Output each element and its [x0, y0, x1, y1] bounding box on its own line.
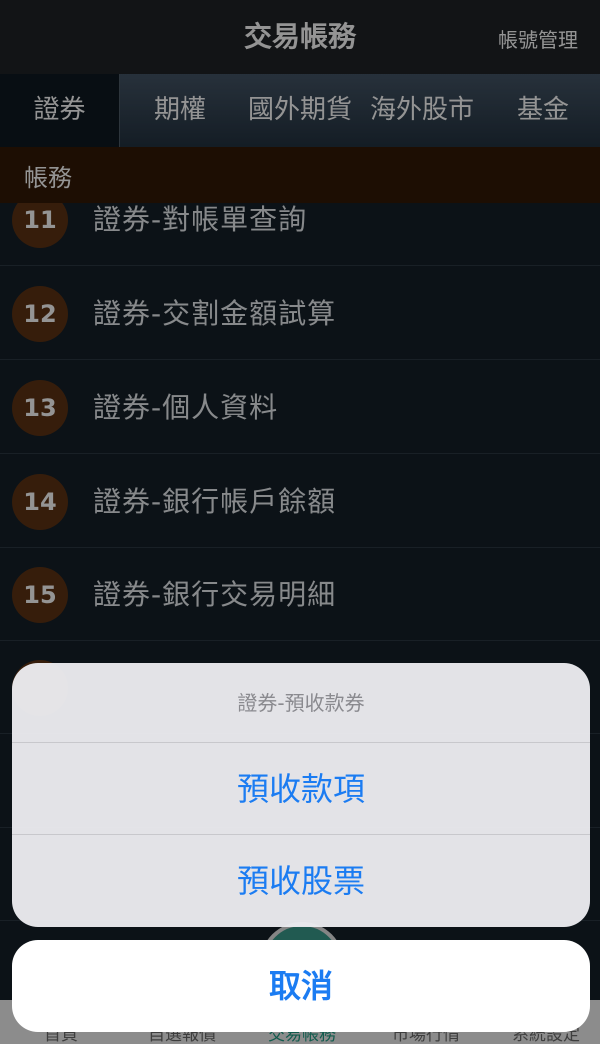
cancel-button[interactable]: 取消 — [12, 940, 590, 1032]
prepaid-stocks-option[interactable]: 預收股票 — [12, 835, 590, 927]
action-sheet-title: 證券-預收款券 — [12, 663, 590, 743]
action-sheet: 證券-預收款券 預收款項 預收股票 — [12, 663, 590, 927]
prepaid-funds-option[interactable]: 預收款項 — [12, 743, 590, 835]
